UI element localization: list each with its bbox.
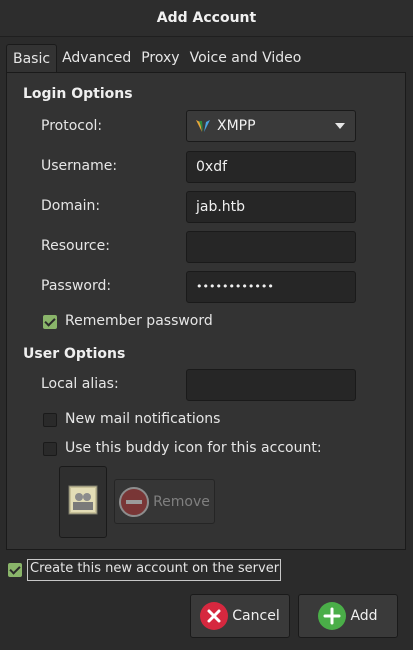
- cancel-icon: [200, 602, 229, 630]
- password-input[interactable]: ••••••••••••: [186, 271, 356, 303]
- protocol-value: XMPP: [217, 118, 256, 134]
- add-button[interactable]: Add: [298, 594, 398, 638]
- create-account-checkbox[interactable]: [8, 563, 22, 577]
- tab-voice-and-video[interactable]: Voice and Video: [185, 44, 307, 72]
- chevron-down-icon: [335, 123, 345, 129]
- resource-label: Resource:: [41, 238, 110, 254]
- buddy-icon-button[interactable]: [59, 466, 107, 538]
- xmpp-logo-icon: [195, 118, 211, 134]
- login-options-heading: Login Options: [23, 86, 133, 102]
- remove-buddy-icon-button[interactable]: Remove: [114, 479, 215, 524]
- buddy-icon-checkbox[interactable]: [43, 442, 57, 456]
- tab-bar: Basic Advanced Proxy Voice and Video: [6, 44, 306, 72]
- new-mail-label: New mail notifications: [65, 411, 221, 427]
- password-label: Password:: [41, 278, 112, 294]
- add-label: Add: [350, 608, 378, 624]
- protocol-label: Protocol:: [41, 118, 103, 134]
- local-alias-label: Local alias:: [41, 376, 119, 392]
- user-options-heading: User Options: [23, 346, 126, 362]
- remember-password-label: Remember password: [65, 313, 213, 329]
- protocol-select[interactable]: XMPP: [186, 110, 356, 142]
- new-mail-checkbox[interactable]: [43, 413, 57, 427]
- buddy-icon-label: Use this buddy icon for this account:: [65, 440, 322, 456]
- create-account-label-box: Create this new account on the server: [27, 559, 281, 581]
- username-input[interactable]: 0xdf: [186, 151, 356, 183]
- domain-input[interactable]: jab.htb: [186, 191, 356, 223]
- remove-label: Remove: [153, 493, 210, 510]
- username-label: Username:: [41, 158, 118, 174]
- tab-advanced[interactable]: Advanced: [57, 44, 136, 72]
- domain-label: Domain:: [41, 198, 101, 214]
- tab-basic[interactable]: Basic: [6, 44, 58, 72]
- local-alias-input[interactable]: [186, 369, 356, 401]
- tab-proxy[interactable]: Proxy: [136, 44, 184, 72]
- resource-input[interactable]: [186, 231, 356, 263]
- create-account-label: Create this new account on the server: [30, 561, 280, 576]
- cancel-label: Cancel: [232, 608, 280, 624]
- remember-password-checkbox[interactable]: [43, 315, 57, 329]
- window-title: Add Account: [156, 10, 257, 26]
- cancel-button[interactable]: Cancel: [190, 594, 290, 638]
- remove-icon: [119, 486, 150, 517]
- image-placeholder-icon: [68, 485, 98, 519]
- window-titlebar: Add Account: [0, 0, 413, 37]
- add-icon: [318, 602, 347, 630]
